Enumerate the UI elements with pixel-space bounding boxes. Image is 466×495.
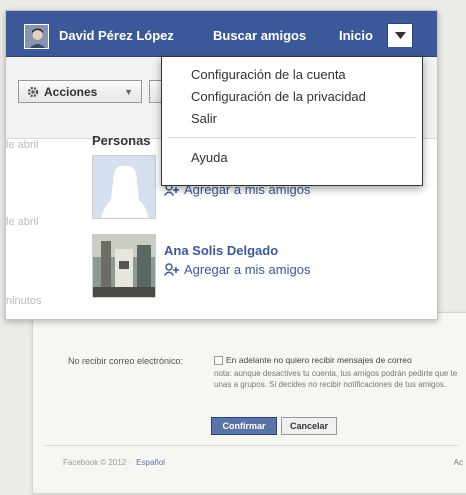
confirm-button[interactable]: Confirmar <box>211 417 277 435</box>
no-email-checkbox[interactable] <box>214 356 223 365</box>
default-profile-icon <box>93 156 155 218</box>
menu-item-account-settings[interactable]: Configuración de la cuenta <box>191 67 346 82</box>
actions-label: Acciones <box>44 84 98 99</box>
footer-divider <box>43 445 459 446</box>
profile-photo-icon <box>93 235 155 297</box>
avatar[interactable] <box>24 24 49 49</box>
background-page: No recibir correo electrónico: En adelan… <box>32 312 466 494</box>
menu-item-help[interactable]: Ayuda <box>191 150 228 165</box>
no-email-checkbox-text: En adelante no quiero recibir mensajes d… <box>226 355 412 365</box>
person-name-link[interactable]: Ana Solis Delgado <box>164 243 278 258</box>
find-friends-link[interactable]: Buscar amigos <box>213 28 306 43</box>
account-dropdown-menu: Configuración de la cuenta Configuración… <box>161 56 423 186</box>
footer: Facebook © 2012 · Español <box>63 458 165 467</box>
menu-item-privacy-settings[interactable]: Configuración de la privacidad <box>191 89 366 104</box>
facebook-screen: David Pérez López Buscar amigos Inicio A… <box>5 10 438 320</box>
top-navigation-bar: David Pérez López Buscar amigos Inicio <box>6 11 437 57</box>
add-friend-label: Agregar a mis amigos <box>184 262 311 277</box>
activity-time: le abril <box>6 139 39 151</box>
deactivation-note: nota: aunque desactives tu cuenta, tus a… <box>214 369 458 389</box>
actions-button[interactable]: Acciones ▼ <box>18 80 142 103</box>
account-menu-button[interactable] <box>387 23 413 47</box>
person-photo-placeholder[interactable] <box>92 155 156 219</box>
home-link[interactable]: Inicio <box>339 28 373 43</box>
chevron-down-icon <box>394 32 406 39</box>
add-friend-link[interactable]: Agregar a mis amigos <box>164 262 310 277</box>
add-friend-icon <box>164 263 179 276</box>
language-link[interactable]: Español <box>136 458 165 467</box>
menu-item-logout[interactable]: Salir <box>191 111 217 126</box>
profile-link[interactable]: David Pérez López <box>59 28 174 43</box>
person-photo[interactable] <box>92 234 156 298</box>
footer-copyright: Facebook © 2012 · <box>63 458 132 467</box>
activity-time: ninutos <box>6 295 42 307</box>
menu-divider <box>168 137 416 138</box>
user-avatar-icon <box>25 25 48 48</box>
gear-icon <box>27 86 39 97</box>
caret-down-icon: ▼ <box>124 86 133 97</box>
email-option-label: No recibir correo electrónico: <box>67 356 183 366</box>
footer-right-link[interactable]: Ac <box>454 458 463 467</box>
activity-time: le abril <box>6 216 39 228</box>
cancel-button[interactable]: Cancelar <box>281 417 337 435</box>
people-section-title: Personas <box>92 133 151 148</box>
